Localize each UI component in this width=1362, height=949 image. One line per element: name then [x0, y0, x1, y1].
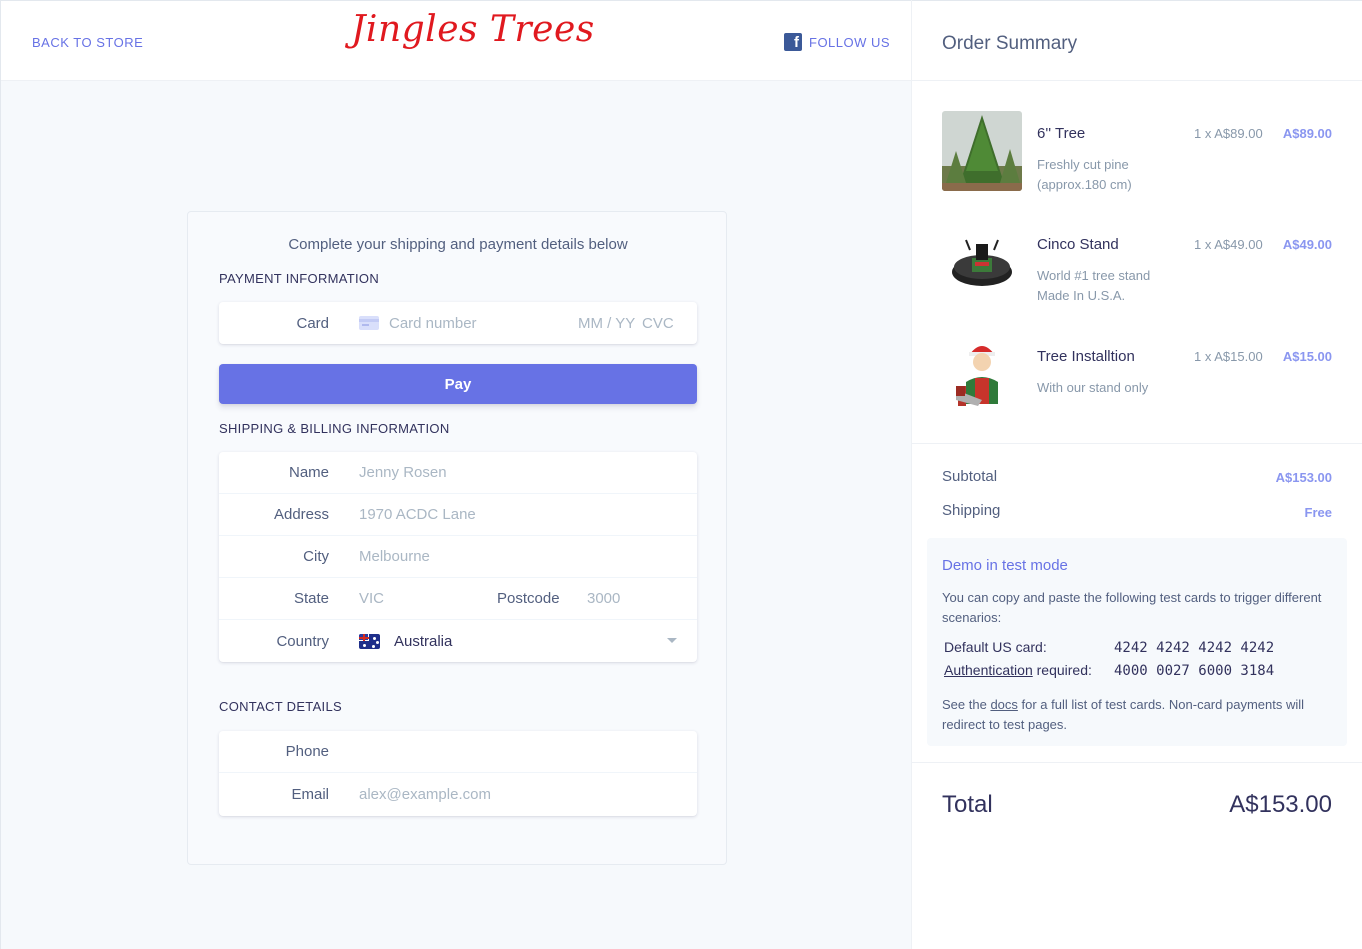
item-description: With our stand only — [1037, 380, 1149, 395]
header-bar: BACK TO STORE Jingles Trees f FOLLOW US — [1, 0, 912, 81]
card-row[interactable]: Card Card number MM / YY CVC — [219, 302, 697, 344]
subtotal-label: Subtotal — [942, 468, 998, 485]
email-row[interactable]: Email alex@example.com — [219, 773, 697, 816]
address-row[interactable]: Address 1970 ACDC Lane — [219, 494, 697, 536]
item-price: A$15.00 — [1282, 349, 1332, 364]
checkout-form: Complete your shipping and payment detai… — [187, 211, 727, 865]
facebook-icon: f — [784, 33, 802, 51]
test-mode-notice: Demo in test mode You can copy and paste… — [927, 538, 1347, 746]
name-input[interactable]: Jenny Rosen — [359, 464, 447, 481]
postcode-input[interactable]: 3000 — [587, 590, 620, 607]
installer-illustration — [942, 334, 1022, 414]
item-description: World #1 tree stand Made In U.S.A. — [1037, 268, 1151, 303]
shipping-value: Free — [1304, 505, 1332, 520]
pine-tree-photo — [942, 111, 1022, 191]
payment-section-title: PAYMENT INFORMATION — [219, 271, 380, 286]
form-intro: Complete your shipping and payment detai… — [288, 236, 628, 253]
default-card-number[interactable]: 4242 4242 4242 4242 — [1114, 640, 1274, 656]
item-price: A$89.00 — [1282, 126, 1332, 141]
follow-us-label: FOLLOW US — [809, 34, 891, 50]
city-input[interactable]: Melbourne — [359, 548, 430, 565]
back-to-store-link[interactable]: BACK TO STORE — [32, 35, 143, 50]
tree-stand-photo — [942, 222, 1022, 302]
subtotal-value: A$153.00 — [1275, 470, 1332, 485]
item-quantity: 1 x A$89.00 — [1194, 126, 1263, 141]
total-value: A$153.00 — [1229, 791, 1332, 818]
credit-card-icon — [359, 316, 379, 330]
email-input[interactable]: alex@example.com — [359, 786, 491, 803]
item-description: Freshly cut pine (approx.180 cm) — [1037, 157, 1132, 192]
demo-title: Demo in test mode — [942, 557, 1068, 574]
card-expiry-input[interactable]: MM / YY — [578, 315, 635, 332]
country-select[interactable]: Australia — [394, 633, 452, 650]
address-label: Address — [273, 506, 329, 523]
divider — [912, 443, 1362, 444]
name-label: Name — [288, 464, 329, 481]
item-name: Cinco Stand — [1037, 236, 1119, 253]
postcode-label: Postcode — [497, 590, 560, 607]
card-cvc-input[interactable]: CVC — [642, 315, 674, 332]
auth-suffix: required: — [1032, 662, 1092, 678]
auth-card-label: Authentication required: — [944, 662, 1092, 678]
authentication-link[interactable]: Authentication — [944, 662, 1033, 678]
shipping-fieldset: Name Jenny Rosen Address 1970 ACDC Lane … — [219, 452, 697, 662]
item-quantity: 1 x A$15.00 — [1194, 349, 1263, 364]
total-label: Total — [942, 791, 993, 818]
payment-fieldset: Card Card number MM / YY CVC — [219, 302, 697, 344]
default-card-label: Default US card: — [944, 639, 1047, 655]
country-row[interactable]: Country Australia — [219, 620, 697, 662]
item-quantity: 1 x A$49.00 — [1194, 237, 1263, 252]
follow-us-link[interactable]: f FOLLOW US — [784, 33, 890, 51]
order-item: Tree Installtion With our stand only 1 x… — [942, 334, 1332, 414]
store-logo[interactable]: Jingles Trees — [351, 9, 595, 50]
name-row[interactable]: Name Jenny Rosen — [219, 452, 697, 494]
order-item: Cinco Stand World #1 tree stand Made In … — [942, 222, 1332, 303]
card-number-input[interactable]: Card number — [389, 315, 477, 332]
item-price: A$49.00 — [1282, 237, 1332, 252]
checkout-panel: BACK TO STORE Jingles Trees f FOLLOW US … — [0, 0, 912, 949]
demo-footnote: See the docs for a full list of test car… — [942, 695, 1337, 735]
docs-link[interactable]: docs — [990, 697, 1017, 712]
order-summary-title: Order Summary — [942, 33, 1078, 54]
shipping-label: Shipping — [942, 502, 1001, 519]
chevron-down-icon[interactable] — [667, 638, 677, 643]
auth-card-number[interactable]: 4000 0027 6000 3184 — [1114, 663, 1274, 679]
order-item: 6'' Tree Freshly cut pine (approx.180 cm… — [942, 111, 1332, 192]
demo-text: You can copy and paste the following tes… — [942, 590, 1322, 625]
order-summary-header: Order Summary — [912, 0, 1362, 81]
phone-label: Phone — [285, 743, 329, 760]
item-name: 6'' Tree — [1037, 125, 1086, 142]
pay-button[interactable]: Pay — [219, 364, 697, 404]
divider — [912, 762, 1362, 763]
phone-row[interactable]: Phone — [219, 731, 697, 773]
shipping-section-title: SHIPPING & BILLING INFORMATION — [219, 421, 450, 436]
address-input[interactable]: 1970 ACDC Lane — [359, 506, 476, 523]
foot-prefix: See the — [942, 697, 991, 712]
state-input[interactable]: VIC — [359, 590, 384, 607]
card-label: Card — [296, 314, 329, 332]
city-row[interactable]: City Melbourne — [219, 536, 697, 578]
item-name: Tree Installtion — [1037, 348, 1135, 365]
city-label: City — [303, 548, 329, 565]
state-label: State — [293, 590, 329, 607]
country-label: Country — [276, 632, 329, 650]
email-label: Email — [291, 786, 329, 803]
australia-flag-icon — [359, 633, 380, 649]
state-postcode-row: State VIC Postcode 3000 — [219, 578, 697, 620]
contact-section-title: CONTACT DETAILS — [219, 699, 342, 714]
order-summary-panel: Order Summary 6'' Tree Freshly cut pine … — [911, 0, 1362, 949]
contact-fieldset: Phone Email alex@example.com — [219, 731, 697, 816]
